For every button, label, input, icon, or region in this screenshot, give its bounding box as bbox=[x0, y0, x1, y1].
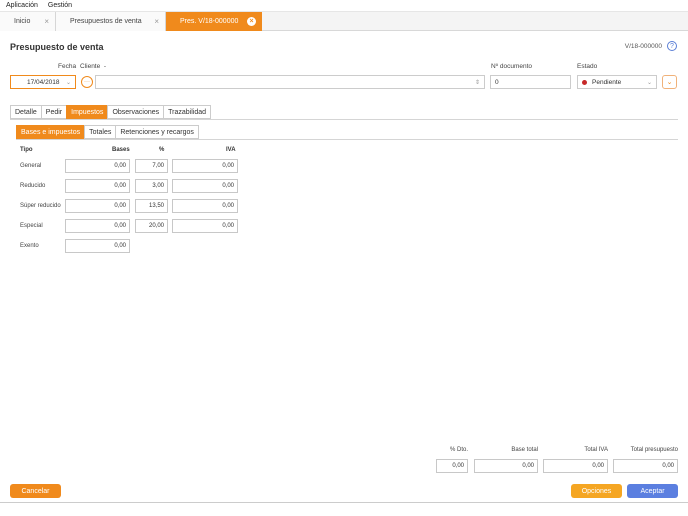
tab-pedir[interactable]: Pedir bbox=[40, 105, 68, 119]
col-tipo: Tipo bbox=[20, 147, 33, 153]
options-button[interactable]: Opciones bbox=[571, 484, 622, 498]
ndoc-label: Nº documento bbox=[491, 63, 533, 70]
pct-input[interactable]: 20,00 bbox=[135, 219, 168, 233]
fecha-input[interactable]: 17/04/2018 ⌄ bbox=[10, 75, 76, 89]
tab-observaciones[interactable]: Observaciones bbox=[107, 105, 165, 119]
tab-trazabilidad[interactable]: Trazabilidad bbox=[163, 105, 212, 119]
total-iva-label: Total IVA bbox=[584, 447, 608, 453]
tab-presupuestos-venta[interactable]: Presupuestos de venta × bbox=[56, 12, 166, 31]
ndoc-input[interactable]: 0 bbox=[490, 75, 571, 89]
page-title: Presupuesto de venta bbox=[10, 42, 104, 52]
tab-inicio[interactable]: Inicio × bbox=[0, 12, 56, 31]
pct-input[interactable]: 3,00 bbox=[135, 179, 168, 193]
divider bbox=[0, 502, 688, 503]
more-icon[interactable]: ··· bbox=[81, 76, 93, 88]
row-label: Especial bbox=[20, 223, 43, 229]
tab-impuestos[interactable]: Impuestos bbox=[66, 105, 109, 119]
col-bases: Bases bbox=[112, 147, 130, 153]
menu-bar: Aplicación Gestión bbox=[0, 0, 688, 12]
cliente-label: Cliente - bbox=[80, 63, 107, 70]
divider bbox=[16, 139, 678, 140]
sub-tabs: Bases e impuestos Totales Retenciones y … bbox=[16, 125, 199, 139]
close-icon[interactable]: × bbox=[247, 17, 256, 26]
iva-input[interactable]: 0,00 bbox=[172, 159, 238, 173]
close-icon[interactable]: × bbox=[44, 17, 49, 26]
tab-totales[interactable]: Totales bbox=[84, 125, 117, 139]
row-label: Exento bbox=[20, 243, 39, 249]
col-pct: % bbox=[159, 147, 165, 153]
bases-input[interactable]: 0,00 bbox=[65, 239, 130, 253]
help-icon[interactable]: ? bbox=[667, 41, 677, 51]
tab-presupuesto-actual[interactable]: Pres. V/18-000000 × bbox=[166, 12, 262, 31]
total-presupuesto-value: 0,00 bbox=[613, 459, 678, 473]
dto-input[interactable]: 0,00 bbox=[436, 459, 468, 473]
fecha-label: Fecha bbox=[58, 63, 77, 70]
total-iva-value: 0,00 bbox=[543, 459, 608, 473]
bases-input[interactable]: 0,00 bbox=[65, 179, 130, 193]
cliente-input[interactable]: ⇕ bbox=[95, 75, 485, 89]
iva-input[interactable]: 0,00 bbox=[172, 199, 238, 213]
estado-label: Estado bbox=[577, 63, 598, 70]
row-label: Reducido bbox=[20, 183, 46, 189]
divider bbox=[10, 119, 678, 120]
row-label: General bbox=[20, 163, 42, 169]
status-dot-icon bbox=[582, 79, 587, 85]
main-tabs: Detalle Pedir Impuestos Observaciones Tr… bbox=[10, 105, 212, 119]
bases-input[interactable]: 0,00 bbox=[65, 219, 130, 233]
iva-input[interactable]: 0,00 bbox=[172, 219, 238, 233]
tab-bases-impuestos[interactable]: Bases e impuestos bbox=[16, 125, 86, 139]
chevron-down-icon: ⌄ bbox=[65, 79, 71, 86]
col-iva: IVA bbox=[226, 147, 236, 153]
row-label: Súper reducido bbox=[20, 203, 61, 209]
document-number-label: V/18-000000 bbox=[624, 43, 662, 50]
total-presupuesto-label: Total presupuesto bbox=[630, 447, 678, 453]
dto-label: % Dto. bbox=[449, 447, 468, 453]
menu-gestion[interactable]: Gestión bbox=[48, 2, 72, 9]
pct-input[interactable]: 7,00 bbox=[135, 159, 168, 173]
bases-input[interactable]: 0,00 bbox=[65, 199, 130, 213]
tab-retenciones-recargos[interactable]: Retenciones y recargos bbox=[115, 125, 199, 139]
tab-detalle[interactable]: Detalle bbox=[10, 105, 42, 119]
window-tabs: Inicio × Presupuestos de venta × Pres. V… bbox=[0, 12, 688, 31]
close-icon[interactable]: × bbox=[154, 17, 159, 26]
spinner-icon: ⇕ bbox=[474, 79, 480, 86]
expand-button[interactable]: ⌄ bbox=[662, 75, 677, 89]
estado-select[interactable]: Pendiente ⌄ bbox=[577, 75, 657, 89]
bases-input[interactable]: 0,00 bbox=[65, 159, 130, 173]
accept-button[interactable]: Aceptar bbox=[627, 484, 678, 498]
pct-input[interactable]: 13,50 bbox=[135, 199, 168, 213]
base-total-label: Base total bbox=[511, 447, 538, 453]
chevron-down-icon: ⌄ bbox=[646, 79, 652, 86]
menu-aplicacion[interactable]: Aplicación bbox=[6, 2, 38, 9]
cancel-button[interactable]: Cancelar bbox=[10, 484, 61, 498]
iva-input[interactable]: 0,00 bbox=[172, 179, 238, 193]
base-total-value: 0,00 bbox=[474, 459, 538, 473]
